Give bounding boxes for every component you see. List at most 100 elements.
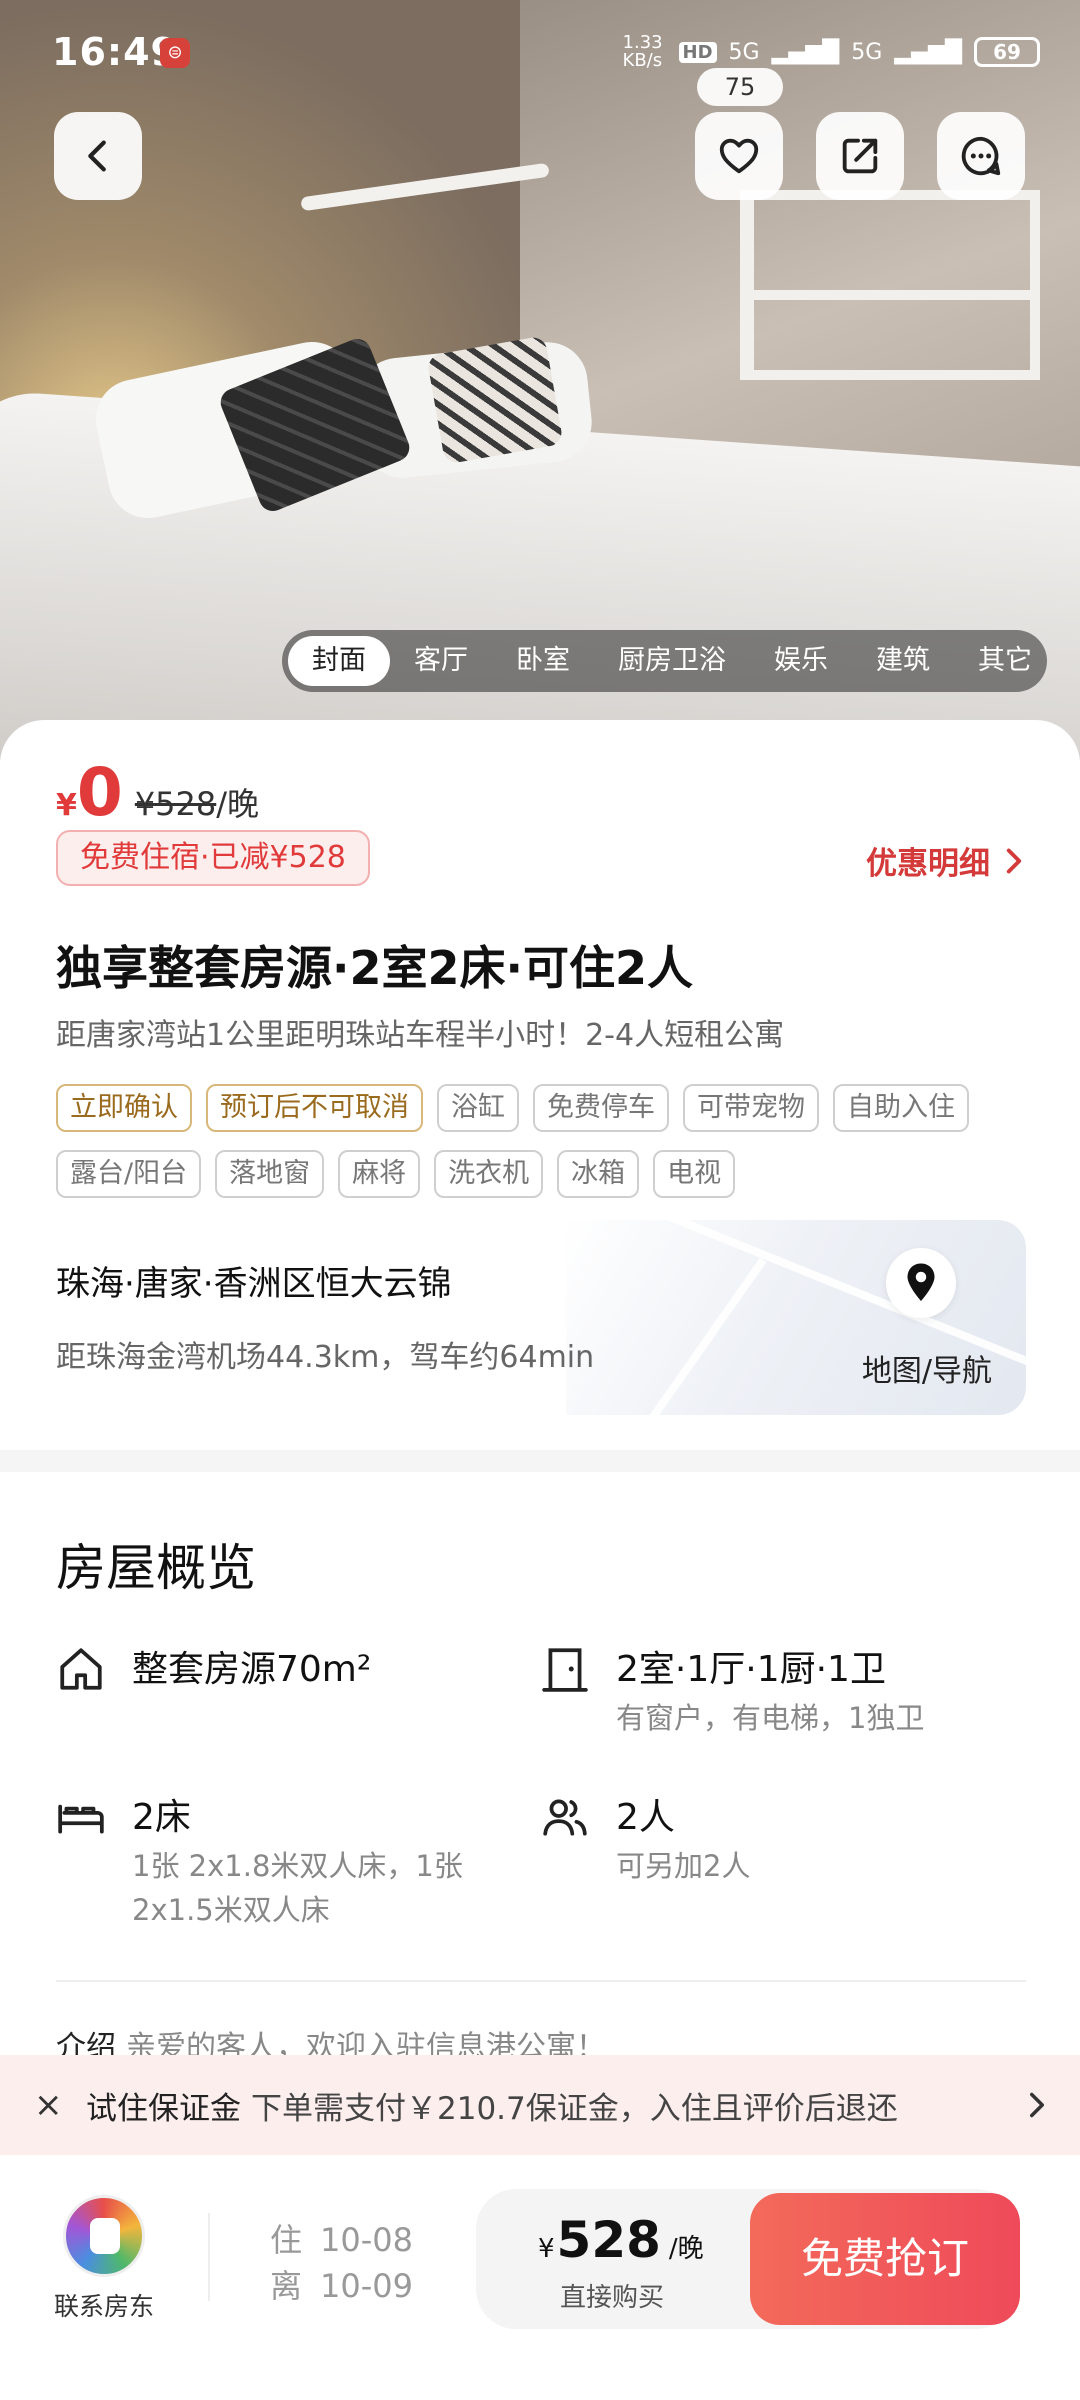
feature-guests-main: 2人 (616, 1797, 675, 1838)
tab-entertainment[interactable]: 娱乐 (750, 636, 852, 686)
host-avatar (63, 2195, 145, 2277)
signal-bars-icon: ▂▄▆█ (771, 39, 840, 65)
door-icon (542, 1648, 588, 1692)
price-row: ¥ 0 ¥528/晚 (56, 760, 259, 826)
buy-currency: ¥ (538, 2234, 555, 2264)
tag-instant-confirm: 立即确认 (56, 1084, 192, 1132)
listing-title: 独享整套房源·2室2床·可住2人 (56, 941, 693, 995)
original-price-value: ¥528 (134, 785, 217, 823)
stay-dates[interactable]: 住 10-08 离 10-09 (270, 2217, 413, 2309)
listing-card: ¥ 0 ¥528/晚 免费住宿·已减¥528 优惠明细 独享整套房源·2室2床·… (0, 720, 1080, 2180)
buy-price-value: 528 (556, 2211, 661, 2269)
feature-guests: 2人 可另加2人 (540, 1788, 1020, 1898)
listing-page: 16:49 ⊜ 1.33 KB/s HD 5G ▂▄▆█ 5G ▂▄▆█ 69 … (0, 0, 1080, 2400)
map-pin-button[interactable] (886, 1248, 956, 1318)
status-bar: 16:49 ⊜ 1.33 KB/s HD 5G ▂▄▆█ 5G ▂▄▆█ 69 (0, 0, 1080, 100)
location-distance: 距珠海金湾机场44.3km，驾车约64min (56, 1340, 595, 1375)
bed-icon (58, 1804, 104, 1834)
feature-beds-sub: 1张 2x1.8米双人床，1张 2x1.5米双人床 (132, 1849, 463, 1927)
back-icon (88, 140, 106, 172)
checkout-date: 10-09 (320, 2267, 413, 2305)
amenity-tags: 立即确认 预订后不可取消 浴缸 免费停车 可带宠物 自助入住 露台/阳台 落地窗… (56, 1084, 1026, 1198)
signal-bars-icon-2: ▂▄▆█ (894, 39, 962, 65)
signal-5g-2: 5G (851, 39, 883, 65)
checkout-row: 离 10-09 (270, 2263, 413, 2309)
tab-bedroom[interactable]: 卧室 (492, 636, 594, 686)
share-icon (842, 138, 878, 174)
contact-host-label: 联系房东 (54, 2292, 155, 2321)
favorite-button[interactable] (695, 112, 783, 200)
chevron-right-icon (1030, 2092, 1044, 2118)
hd-indicator: HD (678, 41, 717, 63)
back-button[interactable] (54, 112, 142, 200)
checkout-label: 离 (270, 2267, 303, 2305)
chevron-right-icon (1006, 848, 1022, 873)
net-speed: 1.33 KB/s (622, 32, 663, 71)
tab-living-room[interactable]: 客厅 (390, 636, 492, 686)
location-section: 珠海·唐家·香洲区恒大云锦 距珠海金湾机场44.3km，驾车约64min 地图/… (56, 1220, 1026, 1415)
feature-area: 整套房源70m² (56, 1640, 496, 1730)
feature-rooms-main: 2室·1厅·1厨·1卫 (616, 1649, 886, 1690)
original-price: ¥528/晚 (135, 779, 259, 825)
free-book-button[interactable]: 免费抢订 (750, 2193, 1020, 2325)
tab-kitchen-bath[interactable]: 厨房卫浴 (594, 636, 750, 686)
promo-detail-label: 优惠明细 (866, 846, 990, 882)
tag-bathtub: 浴缸 (437, 1084, 519, 1132)
feature-beds-main: 2床 (132, 1797, 191, 1838)
feature-rooms: 2室·1厅·1厨·1卫 有窗户，有电梯，1独卫 (540, 1640, 1020, 1750)
feature-beds: 2床 1张 2x1.8米双人床，1张 2x1.5米双人床 (56, 1788, 536, 1938)
feature-guests-sub: 可另加2人 (616, 1849, 751, 1883)
tab-cover[interactable]: 封面 (288, 636, 390, 686)
deposit-text: 下单需支付￥210.7保证金，入住且评价后退还 (251, 2090, 898, 2127)
tag-fridge: 冰箱 (557, 1150, 640, 1198)
share-button[interactable] (816, 112, 904, 200)
tag-mahjong: 麻将 (338, 1150, 421, 1198)
bottom-action-bar: 联系房东 住 10-08 离 10-09 ¥ 528 /晚 直接购买 免费抢订 (0, 2155, 1080, 2400)
tab-other[interactable]: 其它 (954, 636, 1056, 686)
location-name: 珠海·唐家·香洲区恒大云锦 (56, 1264, 452, 1304)
price-currency: ¥ (56, 788, 77, 823)
people-icon (543, 1799, 587, 1836)
current-price: 0 (76, 754, 123, 831)
deposit-notice[interactable]: × 试住保证金 下单需支付￥210.7保证金，入住且评价后退还 (0, 2055, 1080, 2155)
tag-non-cancellable: 预订后不可取消 (206, 1084, 423, 1132)
promo-badge: 免费住宿·已减¥528 (56, 830, 370, 886)
close-icon[interactable]: × (34, 2085, 74, 2125)
section-divider (0, 1450, 1080, 1472)
checkin-label: 住 (270, 2221, 303, 2259)
heart-icon (719, 138, 759, 174)
promo-detail-link[interactable]: 优惠明细 (866, 838, 1024, 883)
favorite-count-badge: 75 (697, 68, 783, 106)
house-icon (60, 1648, 102, 1690)
battery-icon: 69 (974, 37, 1040, 67)
buy-price-unit: /晚 (668, 2234, 704, 2264)
tag-french-window: 落地窗 (215, 1150, 325, 1198)
feature-rooms-sub: 有窗户，有电梯，1独卫 (616, 1701, 925, 1735)
status-right: 1.33 KB/s HD 5G ▂▄▆█ 5G ▂▄▆█ 69 (623, 34, 1040, 70)
contact-host-button[interactable]: 联系房东 (54, 2195, 154, 2323)
direct-buy-label: 直接购买 (560, 2283, 665, 2313)
signal-5g-1: 5G (728, 39, 760, 65)
listing-subtitle: 距唐家湾站1公里距明珠站车程半小时！2-4人短租公寓 (56, 1018, 785, 1053)
overview-divider (56, 1980, 1026, 1982)
buy-price: ¥ 528 /晚 (538, 2211, 704, 2269)
tag-free-parking: 免费停车 (533, 1084, 669, 1132)
photo-category-tabs: 封面 客厅 卧室 厨房卫浴 娱乐 建筑 其它 (282, 630, 1047, 692)
per-night-unit: /晚 (216, 785, 260, 823)
tag-washer: 洗衣机 (434, 1150, 544, 1198)
checkin-row: 住 10-08 (270, 2217, 413, 2263)
deposit-title: 试住保证金 (86, 2090, 241, 2127)
message-button[interactable] (937, 112, 1025, 200)
checkin-date: 10-08 (320, 2221, 413, 2259)
tag-tv: 电视 (653, 1150, 736, 1198)
tab-building[interactable]: 建筑 (852, 636, 954, 686)
overview-title: 房屋概览 (56, 1539, 256, 1597)
tag-pets-allowed: 可带宠物 (683, 1084, 819, 1132)
map-navigation-link[interactable]: 地图/导航 (862, 1346, 992, 1390)
feature-area-main: 整套房源70m² (132, 1649, 372, 1690)
tag-balcony: 露台/阳台 (56, 1150, 202, 1198)
bottom-divider (208, 2213, 210, 2301)
message-icon (961, 136, 1001, 176)
notification-icon: ⊜ (160, 38, 190, 68)
map-pin-icon (907, 1263, 935, 1301)
